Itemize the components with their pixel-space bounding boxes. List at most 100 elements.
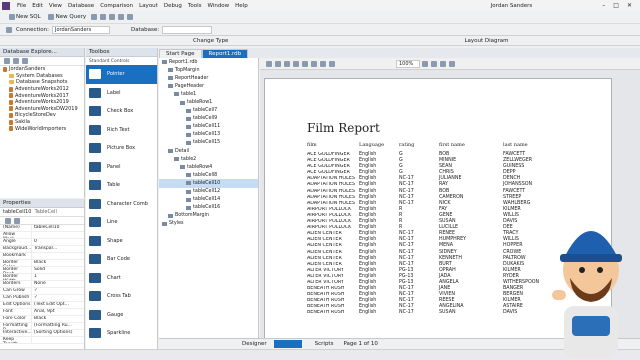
tool-rich-text[interactable]: Rich Text [86, 121, 157, 140]
new-sql-button[interactable]: New SQL [4, 14, 44, 20]
database-select[interactable] [162, 25, 213, 34]
tool-shape[interactable]: Shape [86, 232, 157, 251]
property-row[interactable]: Borders None [0, 281, 84, 288]
property-row[interactable]: Bookmark [0, 253, 84, 260]
property-value[interactable]: ✓ [32, 295, 84, 301]
open-icon[interactable] [90, 14, 97, 20]
outline-item[interactable]: BottomMargin [159, 212, 258, 220]
outline-item[interactable]: tableRow4 [159, 163, 258, 171]
menu-view[interactable]: View [46, 3, 65, 9]
first-page-icon[interactable] [421, 60, 428, 67]
outline-item[interactable]: tableCell15 [159, 139, 258, 147]
refresh-icon[interactable] [3, 58, 10, 64]
tree-item[interactable]: JordanSanders [0, 66, 84, 73]
outline-item[interactable]: Report1.rdb [159, 58, 258, 66]
property-row[interactable]: Interactive... (Sorting Options) [0, 330, 84, 337]
property-value[interactable]: Arial, 9pt [32, 309, 84, 315]
outline-item[interactable]: tableCell10 [159, 179, 258, 188]
italic-icon[interactable] [301, 60, 308, 67]
tree-item[interactable]: Sakila [0, 119, 84, 126]
tree-item[interactable]: BicycleStoreDev [0, 112, 84, 119]
property-value[interactable] [32, 232, 84, 238]
tool-cross-tab[interactable]: Cross Tab [86, 287, 157, 306]
object-selector[interactable]: tableCell10 TableCell [0, 208, 84, 217]
property-row[interactable]: Fore Color Black [0, 316, 84, 323]
outline-item[interactable]: tableCell11 [159, 123, 258, 131]
property-value[interactable]: Black [32, 316, 84, 322]
tree-item[interactable]: System Databases [0, 73, 84, 80]
toolbox-group[interactable]: Standard Controls [86, 57, 157, 65]
property-row[interactable]: Backgroud... Transpar... [0, 246, 84, 253]
property-value[interactable]: None [32, 281, 84, 287]
property-value[interactable]: tableCell10 [32, 225, 84, 231]
next-page-icon[interactable] [439, 60, 446, 67]
tree-item[interactable]: AdventureWorks2019 [0, 99, 84, 106]
new-query-button[interactable]: New Query [44, 14, 89, 20]
property-row[interactable]: Font Arial, 9pt [0, 309, 84, 316]
change-type-button[interactable]: Change Type [190, 38, 231, 44]
tree-item[interactable]: Database Snapshots [0, 79, 84, 86]
tool-sparkline[interactable]: Sparkline [86, 324, 157, 343]
outline-item[interactable]: tableRow1 [159, 98, 258, 106]
tool-panel[interactable]: Panel [86, 158, 157, 177]
tool-table[interactable]: Table [86, 176, 157, 195]
outline-item[interactable]: table2 [159, 155, 258, 163]
property-value[interactable]: Transpar... [32, 246, 84, 252]
property-row[interactable]: Allow Mark... [0, 232, 84, 239]
property-value[interactable]: (Sorting Options) [32, 330, 84, 336]
property-row[interactable]: Border ColorBlack [0, 260, 84, 267]
tool-picture-box[interactable]: Picture Box [86, 139, 157, 158]
alphabetical-icon[interactable] [13, 217, 20, 224]
outline-item[interactable]: tableCell13 [159, 131, 258, 139]
property-row[interactable]: Can Grow ✓ [0, 288, 84, 295]
tool-check-box[interactable]: Check Box [86, 102, 157, 121]
save-all-icon[interactable] [108, 14, 115, 20]
outline-item[interactable]: table1 [159, 90, 258, 98]
property-value[interactable] [32, 337, 84, 343]
property-row[interactable]: (Name) tableCell10 [0, 225, 84, 232]
property-row[interactable]: Edit Options (Text Edit Opt... [0, 302, 84, 309]
outline-item[interactable]: Styles [159, 220, 258, 228]
save-icon[interactable] [99, 14, 106, 20]
tool-character-comb[interactable]: Character Comb [86, 195, 157, 214]
property-row[interactable]: Border Width1 [0, 274, 84, 281]
designer-tab[interactable]: Designer [239, 341, 270, 347]
copy-icon[interactable] [274, 60, 281, 67]
underline-icon[interactable] [310, 60, 317, 67]
outline-item[interactable]: tableCell8 [159, 171, 258, 179]
outline-item[interactable]: Detail [159, 147, 258, 155]
tree-item[interactable]: AdventureWorks2012 [0, 86, 84, 93]
cut-icon[interactable] [265, 60, 272, 67]
tree-item[interactable]: WideWorldImporters [0, 125, 84, 132]
outline-item[interactable]: PageHeader [159, 82, 258, 90]
tool-line[interactable]: Line [86, 213, 157, 232]
maximize-icon[interactable]: □ [613, 2, 619, 9]
scripts-tab[interactable]: Scripts [312, 341, 337, 347]
menu-comparison[interactable]: Comparison [97, 3, 136, 9]
property-value[interactable]: 1 [32, 274, 84, 280]
property-value[interactable]: Black [32, 260, 84, 266]
menu-layout[interactable]: Layout [136, 3, 161, 9]
tool-chart[interactable]: Chart [86, 269, 157, 288]
property-value[interactable]: (Text Edit Opt... [32, 302, 84, 308]
tab-report1[interactable]: Report1.rdb [201, 49, 249, 58]
tab-start-page[interactable]: Start Page [159, 49, 202, 58]
menu-file[interactable]: File [14, 3, 29, 9]
property-row[interactable]: Formatting R...(Formatting Ru... [0, 323, 84, 330]
menu-help[interactable]: Help [232, 3, 251, 9]
outline-item[interactable]: ReportHeader [159, 74, 258, 82]
minimize-icon[interactable]: – [602, 2, 605, 9]
filter-icon[interactable] [21, 58, 28, 64]
new-connection-icon[interactable] [12, 58, 19, 64]
connection-select[interactable]: JordanSanders [51, 25, 110, 34]
align-left-icon[interactable] [319, 60, 326, 67]
property-row[interactable]: Border Dash...Solid [0, 267, 84, 274]
property-value[interactable]: Solid [32, 267, 84, 273]
outline-item[interactable]: tableCell16 [159, 204, 258, 212]
prev-page-icon[interactable] [430, 60, 437, 67]
property-row[interactable]: Keep Togeth... [0, 337, 84, 344]
menu-edit[interactable]: Edit [29, 3, 46, 9]
menu-window[interactable]: Window [204, 3, 232, 9]
property-value[interactable]: ✓ [32, 288, 84, 294]
property-row[interactable]: Can Publish ✓ [0, 295, 84, 302]
